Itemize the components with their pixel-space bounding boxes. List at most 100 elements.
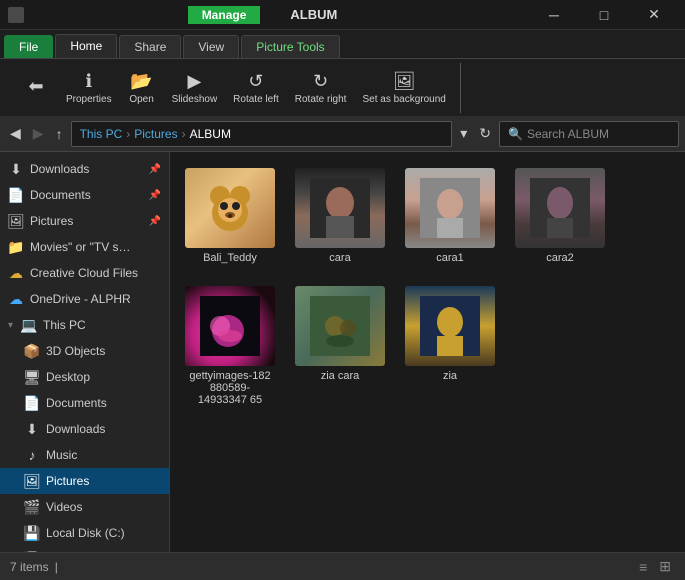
file-name-zia: zia	[443, 370, 457, 382]
pictures-pin-icon: 🖼	[8, 213, 24, 229]
ribbon-btn-slideshow[interactable]: ▶ Slideshow	[166, 67, 224, 109]
title-bar-left	[8, 7, 24, 23]
tab-share[interactable]: Share	[119, 35, 181, 58]
tab-home[interactable]: Home	[55, 34, 117, 58]
sidebar-item-local-disk[interactable]: 💾 Local Disk (C:)	[0, 520, 169, 546]
sidebar-item-music[interactable]: ♪ Music	[0, 442, 169, 468]
tab-view[interactable]: View	[183, 35, 239, 58]
sidebar-item-label: Pictures	[46, 474, 89, 488]
file-content: Bali_Teddy cara	[170, 152, 685, 552]
sidebar-item-label: Desktop	[46, 370, 90, 384]
grid-view-button[interactable]: ⊞	[655, 556, 675, 577]
sidebar-item-new-volume[interactable]: 💾 New Volume (D:)	[0, 546, 169, 552]
downloads-pin-icon: ⬇	[8, 161, 24, 177]
sidebar-item-movies[interactable]: 📁 Movies" or "TV s…	[0, 234, 169, 260]
sidebar-item-label: Music	[46, 448, 77, 462]
thumb-cara1	[405, 168, 495, 248]
sidebar-item-onedrive[interactable]: ☁ OneDrive - ALPHR	[0, 286, 169, 312]
tab-file[interactable]: File	[4, 35, 53, 58]
documents2-icon: 📄	[24, 395, 40, 411]
movies-icon: 📁	[8, 239, 24, 255]
breadcrumb-album: ALBUM	[190, 127, 231, 141]
sidebar-item-label: Documents	[46, 396, 107, 410]
file-item-zia-cara[interactable]: zia cara	[290, 280, 390, 412]
search-placeholder: Search ALBUM	[527, 127, 609, 141]
sidebar-item-label: Documents	[30, 188, 91, 202]
sidebar-item-downloads-pin[interactable]: ⬇ Downloads 📌	[0, 156, 169, 182]
thumb-getty	[185, 286, 275, 366]
sidebar-item-pictures2[interactable]: 🖼 Pictures	[0, 468, 169, 494]
sidebar-item-3dobjects[interactable]: 📦 3D Objects	[0, 338, 169, 364]
minimize-button[interactable]: ─	[531, 0, 577, 30]
thumb-cara	[295, 168, 385, 248]
file-item-cara2[interactable]: cara2	[510, 162, 610, 270]
dropdown-button[interactable]: ▾	[456, 121, 471, 146]
forward-button[interactable]: ▶	[29, 121, 48, 146]
file-name-cara: cara	[329, 252, 350, 264]
rotate-left-icon: ↺	[248, 71, 263, 92]
file-item-cara1[interactable]: cara1	[400, 162, 500, 270]
breadcrumb-pictures[interactable]: Pictures	[134, 127, 177, 141]
sidebar-item-pictures-pin[interactable]: 🖼 Pictures 📌	[0, 208, 169, 234]
file-name-bali-teddy: Bali_Teddy	[203, 252, 257, 264]
music-icon: ♪	[24, 447, 40, 463]
file-item-getty[interactable]: gettyimages-182 880589-14933347 65	[180, 280, 280, 412]
local-disk-icon: 💾	[24, 525, 40, 541]
thumb-zia-cara	[295, 286, 385, 366]
file-name-getty: gettyimages-182 880589-14933347 65	[186, 370, 274, 406]
maximize-button[interactable]: □	[581, 0, 627, 30]
sidebar-item-desktop[interactable]: 🖥 Desktop	[0, 364, 169, 390]
sidebar-item-videos[interactable]: 🎬 Videos	[0, 494, 169, 520]
sidebar-item-creative-cloud[interactable]: ☁ Creative Cloud Files	[0, 260, 169, 286]
manage-label: Manage	[188, 6, 261, 24]
thumb-zia	[405, 286, 495, 366]
documents-pin-icon: 📄	[8, 187, 24, 203]
pin-icon3: 📌	[149, 216, 161, 227]
album-label: ALBUM	[260, 7, 367, 22]
ribbon-content: ⬅ ℹ Properties 📂 Open ▶ Slideshow ↺ Rota…	[0, 58, 685, 116]
ribbon-btn-rotate-right[interactable]: ↻ Rotate right	[289, 67, 353, 109]
sidebar-item-thispc[interactable]: ▾ 💻 This PC	[0, 312, 169, 338]
desktop-icon: 🖥	[24, 369, 40, 385]
search-box[interactable]: 🔍 Search ALBUM	[499, 121, 679, 147]
ribbon-btn-properties[interactable]: ℹ Properties	[60, 67, 118, 109]
sidebar-item-documents-pin[interactable]: 📄 Documents 📌	[0, 182, 169, 208]
sidebar-item-label: Videos	[46, 500, 82, 514]
file-name-cara2: cara2	[546, 252, 574, 264]
file-item-cara[interactable]: cara	[290, 162, 390, 270]
file-item-zia[interactable]: zia	[400, 280, 500, 412]
breadcrumb-sep2: ›	[182, 127, 186, 141]
sidebar-item-downloads2[interactable]: ⬇ Downloads	[0, 416, 169, 442]
ribbon-btn-set-background[interactable]: 🖼 Set as background	[356, 67, 451, 109]
back-button[interactable]: ◀	[6, 121, 25, 146]
item-count: 7 items	[10, 560, 49, 574]
app-icon	[8, 7, 24, 23]
sidebar-item-label: Local Disk (C:)	[46, 526, 125, 540]
ribbon-btn-open[interactable]: 📂 Open	[122, 67, 162, 109]
up-button[interactable]: ↑	[52, 122, 67, 146]
refresh-button[interactable]: ↻	[475, 121, 495, 146]
rotate-right-icon: ↻	[313, 71, 328, 92]
sidebar-item-documents2[interactable]: 📄 Documents	[0, 390, 169, 416]
sidebar: ⬇ Downloads 📌 📄 Documents 📌 🖼 Pictures 📌…	[0, 152, 170, 552]
file-name-zia-cara: zia cara	[321, 370, 360, 382]
back-icon: ⬅	[28, 76, 43, 97]
search-icon: 🔍	[508, 127, 523, 141]
breadcrumb-thispc[interactable]: This PC	[80, 127, 123, 141]
file-item-bali-teddy[interactable]: Bali_Teddy	[180, 162, 280, 270]
list-view-button[interactable]: ≡	[635, 556, 651, 577]
sidebar-item-label: OneDrive - ALPHR	[30, 292, 131, 306]
tab-picture-tools[interactable]: Picture Tools	[241, 35, 339, 58]
pin-icon2: 📌	[149, 190, 161, 201]
close-button[interactable]: ✕	[631, 0, 677, 30]
ribbon-group-nav: ⬅ ℹ Properties 📂 Open ▶ Slideshow ↺ Rota…	[8, 63, 461, 113]
ribbon-tabs: File Home Share View Picture Tools	[0, 30, 685, 58]
title-bar: Manage ALBUM ─ □ ✕	[0, 0, 685, 30]
thumb-bali-teddy	[185, 168, 275, 248]
main-layout: ⬇ Downloads 📌 📄 Documents 📌 🖼 Pictures 📌…	[0, 152, 685, 552]
status-separator: |	[55, 560, 58, 574]
ribbon-btn-rotate-left[interactable]: ↺ Rotate left	[227, 67, 285, 109]
sidebar-item-label: Creative Cloud Files	[30, 266, 138, 280]
sidebar-item-label: Pictures	[30, 214, 73, 228]
ribbon-btn-back[interactable]: ⬅	[16, 72, 56, 103]
